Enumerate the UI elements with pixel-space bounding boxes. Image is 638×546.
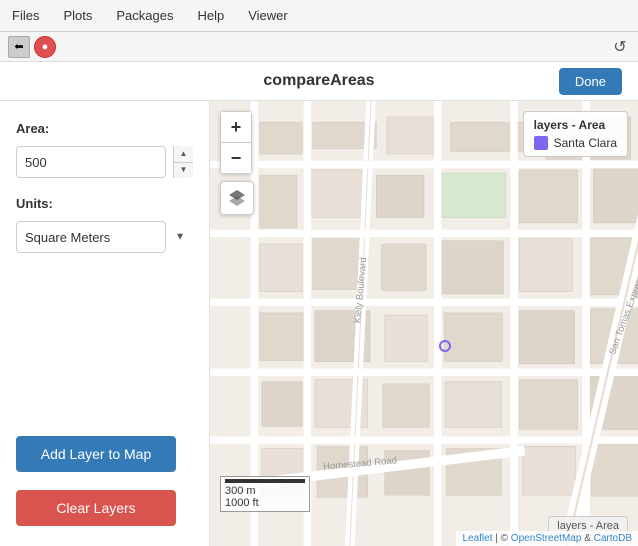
page-title: compareAreas bbox=[263, 72, 374, 90]
area-spinner-up[interactable]: ▲ bbox=[174, 146, 193, 163]
units-select-wrap: Square Meters Square Feet Square Kilomet… bbox=[16, 221, 193, 253]
select-chevron-icon: ▼ bbox=[175, 232, 185, 243]
body-area: Area: ▲ ▼ Units: Square Meters Square Fe… bbox=[0, 101, 638, 546]
legend-title: layers - Area bbox=[534, 118, 617, 132]
clear-layers-button[interactable]: Clear Layers bbox=[16, 490, 176, 526]
title-bar: compareAreas Done bbox=[0, 62, 638, 101]
map-attribution: Leaflet | © OpenStreetMap & CartoDB bbox=[456, 531, 638, 546]
map-legend: layers - Area Santa Clara bbox=[523, 111, 628, 157]
done-button[interactable]: Done bbox=[559, 68, 622, 95]
attribution-cartodb[interactable]: CartoDB bbox=[594, 533, 632, 544]
map-marker bbox=[439, 340, 451, 352]
left-panel: Area: ▲ ▼ Units: Square Meters Square Fe… bbox=[0, 101, 210, 546]
menu-bar: Files Plots Packages Help Viewer bbox=[0, 0, 638, 32]
menu-files[interactable]: Files bbox=[8, 6, 43, 25]
layers-icon bbox=[227, 188, 247, 208]
legend-item-label: Santa Clara bbox=[554, 136, 617, 150]
area-label: Area: bbox=[16, 121, 193, 136]
zoom-controls: + − bbox=[220, 111, 252, 174]
refresh-button[interactable]: ↺ bbox=[610, 37, 630, 57]
menu-packages[interactable]: Packages bbox=[112, 6, 177, 25]
layers-toggle-button[interactable] bbox=[220, 181, 254, 215]
attribution-leaflet[interactable]: Leaflet bbox=[462, 533, 492, 544]
legend-item: Santa Clara bbox=[534, 136, 617, 150]
toolbar-action-btn[interactable]: ⬅ bbox=[8, 36, 30, 58]
attribution-osm[interactable]: OpenStreetMap bbox=[511, 533, 582, 544]
units-select[interactable]: Square Meters Square Feet Square Kilomet… bbox=[16, 221, 166, 253]
zoom-in-button[interactable]: + bbox=[221, 112, 251, 142]
attribution-sep1: | © bbox=[495, 533, 511, 544]
spacer bbox=[16, 277, 193, 428]
legend-color-swatch bbox=[534, 136, 548, 150]
area-spinner: ▲ ▼ bbox=[173, 146, 193, 178]
toolbar: ⬅ ● ↺ bbox=[0, 32, 638, 62]
zoom-out-button[interactable]: − bbox=[221, 143, 251, 173]
scale-300m: 300 m bbox=[225, 485, 305, 497]
menu-plots[interactable]: Plots bbox=[59, 6, 96, 25]
toolbar-stop-btn[interactable]: ● bbox=[34, 36, 56, 58]
main-content: compareAreas Done Area: ▲ ▼ Units: Squar… bbox=[0, 62, 638, 546]
map-area[interactable]: Kiely Boulevard San Tomas Expressway Hom… bbox=[210, 101, 638, 546]
menu-viewer[interactable]: Viewer bbox=[244, 6, 292, 25]
units-label: Units: bbox=[16, 196, 193, 211]
scale-1000ft: 1000 ft bbox=[225, 497, 305, 509]
attribution-sep2: & bbox=[584, 533, 593, 544]
menu-help[interactable]: Help bbox=[193, 6, 228, 25]
add-layer-button[interactable]: Add Layer to Map bbox=[16, 436, 176, 472]
area-input[interactable] bbox=[16, 146, 166, 178]
area-input-wrap: ▲ ▼ bbox=[16, 146, 193, 178]
scale-line bbox=[225, 479, 305, 483]
area-spinner-down[interactable]: ▼ bbox=[174, 163, 193, 179]
scale-bar: 300 m 1000 ft bbox=[220, 476, 310, 512]
layers-toggle-wrap bbox=[220, 181, 254, 215]
